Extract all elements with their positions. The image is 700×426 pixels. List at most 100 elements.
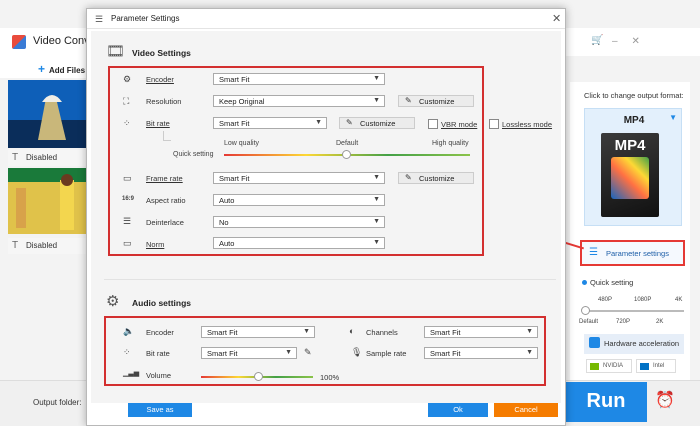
deinterlace-label: Deinterlace [146,218,184,227]
quality-slider-track[interactable] [584,310,684,312]
output-format-selector[interactable]: MP4 ▼ MP4 [584,108,682,226]
nvidia-toggle[interactable]: NVIDIA [586,359,632,373]
settings-sliders-icon: ☰ [589,247,598,258]
audio-settings-icon: ⚙ [106,293,120,310]
audio-bitrate-value: Smart Fit [207,349,238,358]
aspect-ratio-select[interactable]: Auto ▼ [213,194,385,206]
audio-bitrate-label: Bit rate [146,349,170,358]
resolution-label: Resolution [146,97,182,106]
quick-setting-connector [163,131,171,141]
parameter-settings-button[interactable]: ☰ Parameter settings [580,240,685,266]
text-icon: T [12,240,19,251]
lossless-mode-label: Lossless mode [502,120,553,129]
audio-settings-title: Audio settings [132,298,192,308]
video-encoder-value: Smart Fit [219,75,250,84]
disabled-label: Disabled [26,153,58,162]
sample-rate-select[interactable]: Smart Fit ▼ [424,347,538,359]
settings-sliders-icon: ☰ [95,14,104,24]
volume-icon: ▁▃▅ [123,370,140,377]
bitrate-icon: ⁘ [123,347,131,357]
lossless-mode-checkbox[interactable] [489,119,499,129]
deinterlace-value: No [219,218,229,227]
quality-tick-2k: 2K [656,319,664,325]
intel-toggle[interactable]: Intel [636,359,676,373]
subtitle-select-1[interactable]: T Disabled [8,150,90,166]
chevron-down-icon: ▼ [373,97,380,104]
video-bitrate-label: Bit rate [146,119,170,128]
quick-setting-label: Quick setting [173,151,214,158]
resolution-icon: ⛶ [123,96,130,106]
bitrate-customize-button[interactable]: ✎ Customize [339,117,415,129]
channels-value: Smart Fit [430,328,461,337]
customize-label: Customize [360,119,396,128]
channels-icon: ◐ [349,326,355,336]
speaker-icon: 🔈 [123,326,135,336]
resolution-value: Keep Original [219,97,265,106]
ok-button[interactable]: Ok [428,403,488,417]
window-controls[interactable]: –✕ [612,36,654,47]
video-quality-slider-handle[interactable] [342,150,351,159]
video-bitrate-value: Smart Fit [219,119,250,128]
nvidia-label: NVIDIA [603,363,624,369]
microphone-icon: 🎙 [351,347,363,357]
deinterlace-select[interactable]: No ▼ [213,216,385,228]
quality-tick-4k: 4K [675,297,683,303]
chevron-down-icon: ▼ [526,328,533,335]
save-as-button[interactable]: Save as [128,403,192,417]
encoder-icon: ⚙ [123,74,132,84]
chip-icon [589,337,600,348]
alarm-clock-icon[interactable]: ⏰ [655,390,675,410]
chevron-down-icon: ▼ [373,239,380,246]
channels-select[interactable]: Smart Fit ▼ [424,326,538,338]
app-logo-icon [12,35,26,49]
bitrate-icon: ⁘ [123,118,131,128]
chevron-down-icon: ▼ [373,218,380,225]
resolution-customize-button[interactable]: ✎ Customize [398,95,474,107]
volume-slider-handle[interactable] [254,372,263,381]
customize-label: Customize [419,97,455,106]
thumbnail-image-1 [8,80,92,148]
cart-icon[interactable]: 🛒 [591,35,603,46]
close-icon[interactable]: ✕ [552,12,561,25]
video-encoder-select[interactable]: Smart Fit ▼ [213,73,385,85]
norm-label: Norm [146,240,165,249]
pencil-icon: ✎ [405,96,412,105]
frame-rate-select[interactable]: Smart Fit ▼ [213,172,385,184]
pencil-icon[interactable]: ✎ [304,347,312,358]
run-button[interactable]: Run [565,382,647,422]
chevron-down-icon: ▼ [526,349,533,356]
quick-setting-dot [582,280,587,285]
low-quality-label: Low quality [224,140,260,147]
dialog-title: Parameter Settings [111,14,180,23]
plus-icon: + [38,62,46,76]
aspect-ratio-label: Aspect ratio [146,196,186,205]
resolution-select[interactable]: Keep Original ▼ [213,95,385,107]
hardware-acceleration-button[interactable]: Hardware acceleration [584,334,684,354]
chevron-down-icon: ▼ [373,75,380,82]
cancel-button[interactable]: Cancel [494,403,558,417]
audio-encoder-select[interactable]: Smart Fit ▼ [201,326,315,338]
video-thumbnail-2[interactable] [8,168,92,234]
video-settings-icon: 🎞 [106,43,126,60]
norm-select[interactable]: Auto ▼ [213,237,385,249]
mp4-format-icon: MP4 [601,133,659,217]
section-divider [104,279,556,280]
frame-rate-customize-button[interactable]: ✎ Customize [398,172,474,184]
audio-encoder-value: Smart Fit [207,328,238,337]
subtitle-select-2[interactable]: T Disabled [8,238,90,254]
add-files-button[interactable]: + Add Files [38,62,85,76]
quality-tick-480p: 480P [598,297,613,303]
high-quality-label: High quality [432,140,469,147]
add-files-label: Add Files [49,66,86,75]
vbr-mode-checkbox[interactable] [428,119,438,129]
aspect-ratio-icon: 16:9 [122,196,135,202]
quality-slider-handle[interactable] [581,306,590,315]
aspect-ratio-value: Auto [219,196,235,205]
default-quality-label: Default [336,140,359,147]
volume-value: 100% [320,373,340,382]
audio-bitrate-select[interactable]: Smart Fit ▼ [201,347,297,359]
video-thumbnail-1[interactable] [8,80,92,148]
customize-label: Customize [419,174,455,183]
norm-icon: ▭ [123,238,132,248]
video-bitrate-select[interactable]: Smart Fit ▼ [213,117,327,129]
